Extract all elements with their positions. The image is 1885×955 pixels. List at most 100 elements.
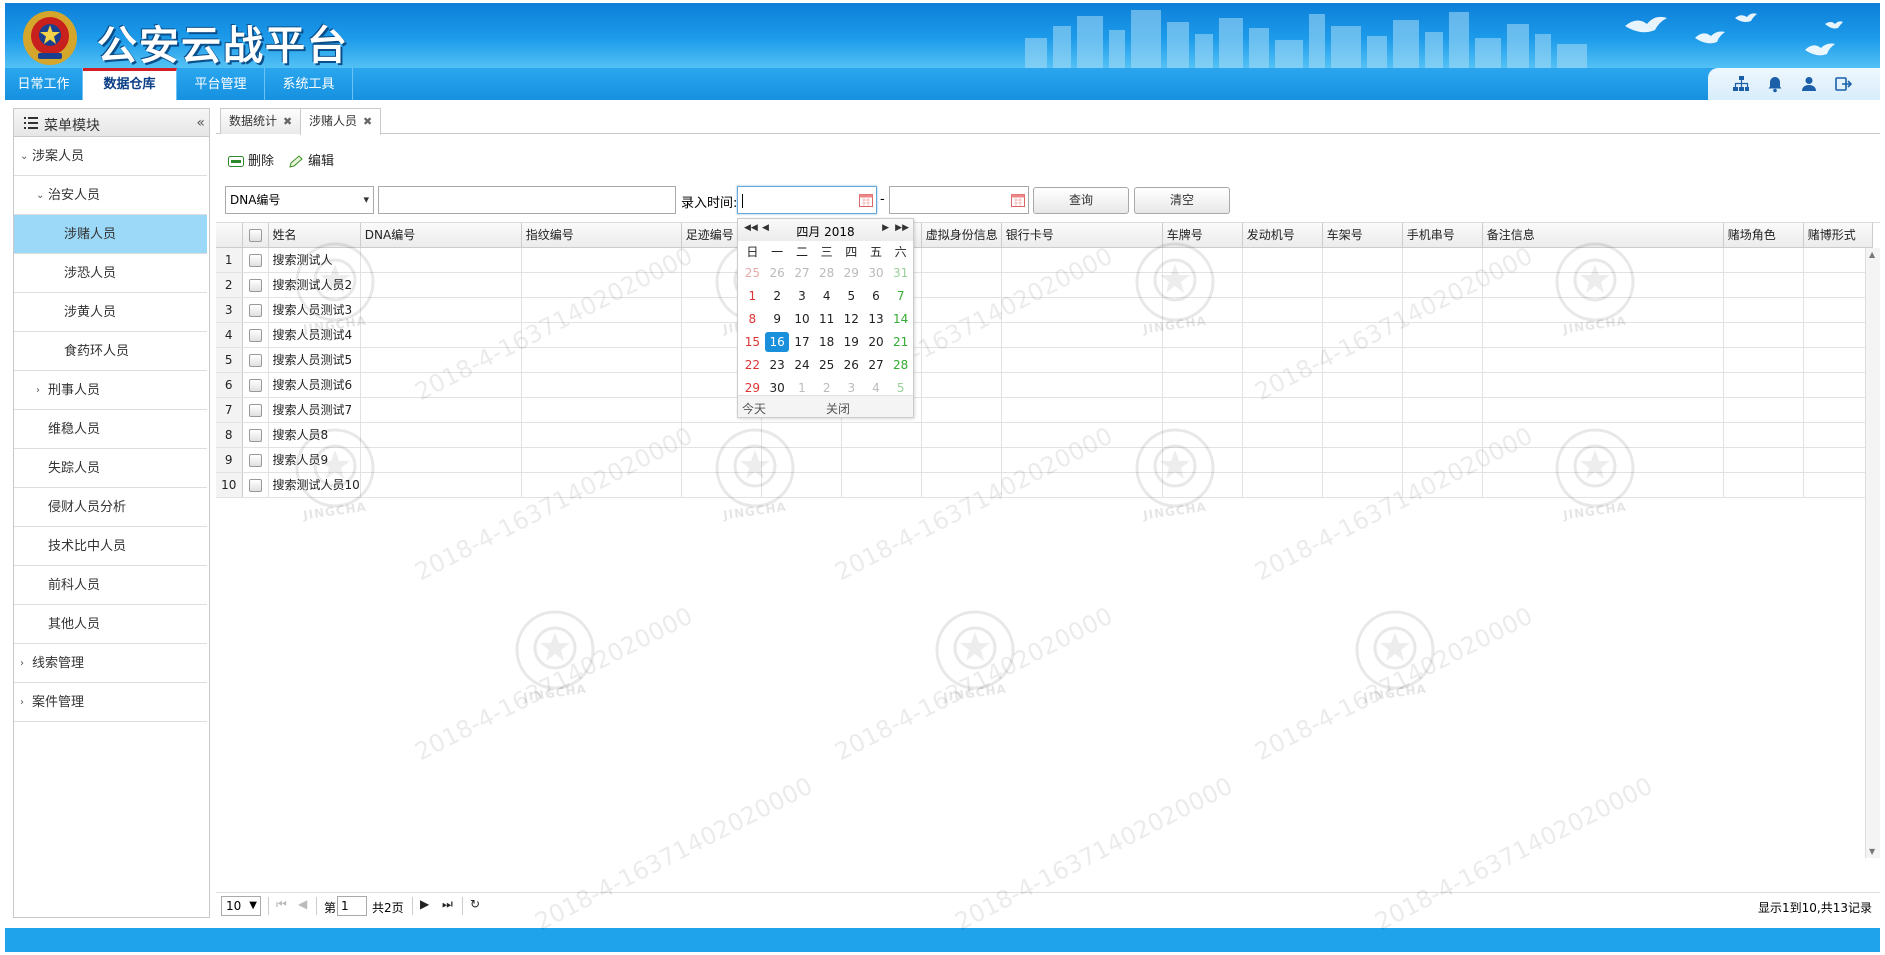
nav-tab-platform-management[interactable]: 平台管理 (177, 68, 265, 100)
table-row[interactable]: 3 搜索人员测试3 (216, 297, 1873, 323)
nav-tab-daily-work[interactable]: 日常工作 (5, 68, 83, 100)
row-checkbox[interactable] (248, 378, 262, 392)
table-row[interactable] (216, 497, 1872, 522)
last-page-icon[interactable]: ⏭ (442, 897, 453, 912)
calendar-icon[interactable] (1011, 193, 1025, 207)
calendar-day[interactable]: 10 (790, 307, 815, 330)
table-row[interactable] (216, 772, 1872, 797)
entry-time-start-input[interactable] (737, 186, 877, 214)
calendar-day[interactable]: 26 (839, 353, 864, 376)
calendar-day[interactable]: 2 (765, 284, 790, 307)
calendar-icon[interactable] (859, 193, 873, 207)
menu-item-clue-management[interactable]: › 线索管理 (14, 644, 207, 683)
row-checkbox[interactable] (248, 278, 262, 292)
table-row[interactable] (216, 522, 1872, 547)
column-header[interactable]: 车架号 (1322, 223, 1403, 248)
table-row[interactable] (216, 747, 1872, 772)
calendar-day[interactable]: 18 (814, 330, 839, 353)
calendar-day[interactable]: 25 (740, 261, 765, 284)
calendar-day[interactable]: 27 (864, 353, 889, 376)
calendar-day[interactable]: 21 (888, 330, 913, 353)
refresh-icon[interactable]: ↻ (470, 897, 480, 911)
row-checkbox[interactable] (248, 478, 262, 492)
menu-item-terror-persons[interactable]: 涉恐人员 (14, 254, 207, 293)
menu-item-missing-persons[interactable]: 失踪人员 (14, 449, 207, 488)
calendar-day[interactable]: 14 (888, 307, 913, 330)
column-header[interactable]: 指纹编号 (521, 223, 682, 248)
search-field-select[interactable]: DNA编号 ▾ (225, 186, 374, 214)
calendar-day[interactable]: 9 (765, 307, 790, 330)
table-row[interactable]: 2 搜索测试人员2 (216, 272, 1873, 298)
tab-gambling-persons[interactable]: 涉赌人员 ✖ (300, 108, 382, 135)
bell-icon[interactable] (1766, 75, 1784, 93)
table-row[interactable]: 9 搜索人员9 (216, 447, 1873, 473)
column-header[interactable]: DNA编号 (360, 223, 522, 248)
calendar-day[interactable]: 20 (864, 330, 889, 353)
calendar-day[interactable]: 16 (765, 330, 790, 353)
logout-icon[interactable] (1834, 75, 1852, 93)
table-row[interactable] (216, 797, 1872, 822)
calendar-day[interactable]: 11 (814, 307, 839, 330)
query-button[interactable]: 查询 (1033, 187, 1129, 214)
row-checkbox[interactable] (248, 428, 262, 442)
column-header[interactable]: 赌博形式 (1803, 223, 1873, 248)
table-row[interactable] (216, 597, 1872, 622)
menu-item-public-security-persons[interactable]: ⌄ 治安人员 (14, 176, 207, 215)
table-row[interactable]: 7 搜索人员测试7 (216, 397, 1873, 423)
calendar-day[interactable]: 22 (740, 353, 765, 376)
calendar-day[interactable]: 28 (814, 261, 839, 284)
entry-time-end-input[interactable] (889, 186, 1029, 214)
calendar-day[interactable]: 26 (765, 261, 790, 284)
calendar-day[interactable]: 13 (864, 307, 889, 330)
table-row[interactable]: 5 搜索人员测试5 (216, 347, 1873, 373)
row-checkbox[interactable] (248, 328, 262, 342)
nav-tab-data-warehouse[interactable]: 数据仓库 (83, 68, 177, 100)
edit-button[interactable]: 编辑 (288, 152, 334, 172)
table-row[interactable] (216, 822, 1872, 847)
menu-item-prior-record-persons[interactable]: 前科人员 (14, 566, 207, 605)
menu-item-gambling-persons[interactable]: 涉赌人员 (14, 215, 207, 254)
menu-item-stability-persons[interactable]: 维稳人员 (14, 410, 207, 449)
column-header[interactable]: 备注信息 (1482, 223, 1724, 248)
next-year-icon[interactable]: ▶▶ (895, 223, 909, 233)
calendar-day[interactable]: 4 (814, 284, 839, 307)
row-checkbox[interactable] (248, 353, 262, 367)
clear-button[interactable]: 清空 (1134, 187, 1230, 214)
close-button[interactable]: 关闭 (826, 400, 850, 417)
calendar-day[interactable]: 25 (814, 353, 839, 376)
next-month-icon[interactable]: ▶ (882, 223, 889, 233)
today-button[interactable]: 今天 (742, 400, 766, 417)
row-checkbox[interactable] (248, 453, 262, 467)
table-row[interactable] (216, 647, 1872, 672)
table-row[interactable]: 10 搜索测试人员10 (216, 472, 1873, 498)
calendar-day[interactable]: 5 (839, 284, 864, 307)
calendar-day[interactable]: 8 (740, 307, 765, 330)
calendar-day[interactable]: 28 (888, 353, 913, 376)
calendar-day[interactable]: 17 (790, 330, 815, 353)
calendar-day[interactable]: 6 (864, 284, 889, 307)
table-row[interactable]: 4 搜索人员测试4 (216, 322, 1873, 348)
menu-item-tech-match-persons[interactable]: 技术比中人员 (14, 527, 207, 566)
menu-item-case-persons[interactable]: ⌄ 涉案人员 (14, 137, 207, 176)
delete-button[interactable]: 删除 (228, 152, 274, 172)
calendar-day[interactable]: 27 (790, 261, 815, 284)
calendar-day[interactable]: 3 (790, 284, 815, 307)
menu-item-vice-persons[interactable]: 涉黄人员 (14, 293, 207, 332)
table-row[interactable] (216, 697, 1872, 722)
row-checkbox[interactable] (248, 253, 262, 267)
column-header[interactable]: 车牌号 (1162, 223, 1243, 248)
calendar-day[interactable]: 19 (839, 330, 864, 353)
column-header[interactable]: 姓名 (268, 223, 361, 248)
calendar-day[interactable]: 23 (765, 353, 790, 376)
calendar-day[interactable]: 31 (888, 261, 913, 284)
calendar-day[interactable]: 12 (839, 307, 864, 330)
next-page-icon[interactable]: ▶ (420, 897, 429, 911)
collapse-sidebar-icon[interactable]: « (196, 115, 205, 131)
menu-item-case-management[interactable]: › 案件管理 (14, 683, 207, 722)
table-row[interactable] (216, 572, 1872, 597)
table-row[interactable]: 1 搜索测试人 (216, 247, 1873, 273)
calendar-day[interactable]: 29 (839, 261, 864, 284)
close-icon[interactable]: ✖ (363, 115, 372, 128)
table-row[interactable] (216, 847, 1872, 858)
calendar-day[interactable]: 15 (740, 330, 765, 353)
